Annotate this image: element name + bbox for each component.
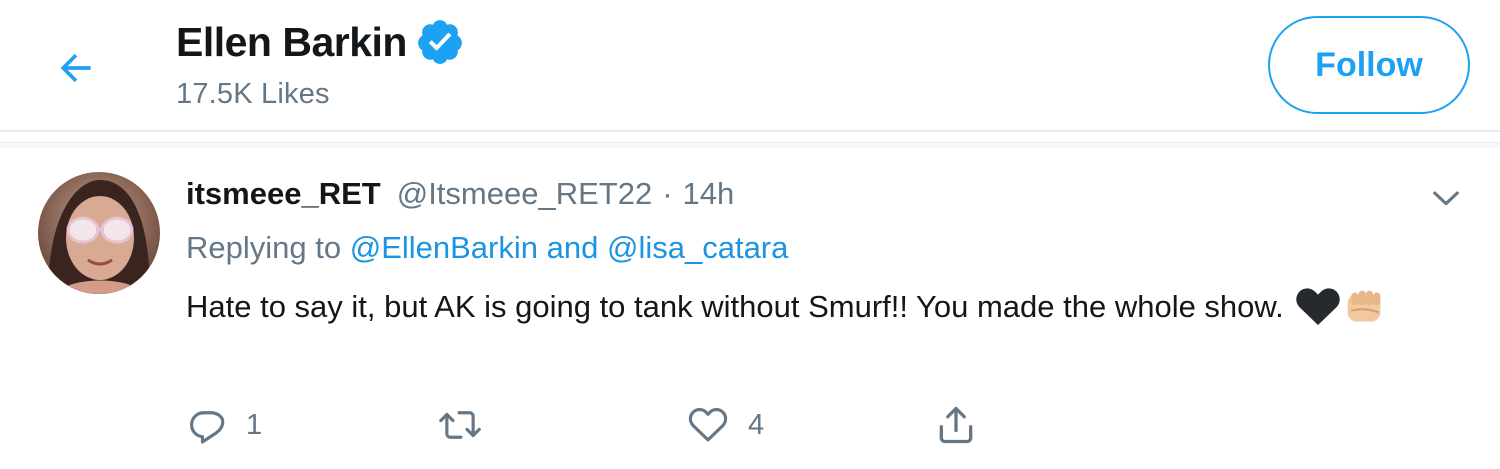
tweet[interactable]: itsmeee_RET @Itsmeee_RET22 · 14h Replyin… [0, 150, 1500, 469]
share-button[interactable] [934, 400, 978, 450]
chevron-down-icon [1433, 191, 1459, 206]
header-title-block: Ellen Barkin 17.5K Likes [176, 14, 467, 111]
like-count: 4 [748, 408, 765, 441]
mention-link[interactable]: @lisa_catara [607, 230, 788, 265]
author-handle[interactable]: @Itsmeee_RET22 [397, 176, 652, 212]
fist-emoji-icon [1342, 287, 1386, 342]
reply-count: 1 [246, 408, 263, 441]
author-display-name[interactable]: itsmeee_RET [186, 176, 381, 212]
replying-to-label: Replying to [186, 230, 342, 265]
page-title: Ellen Barkin [176, 18, 407, 65]
like-button[interactable]: 4 [686, 400, 764, 450]
heart-icon [688, 407, 728, 442]
replying-to-and: and [546, 230, 599, 265]
section-divider [0, 142, 1500, 148]
arrow-left-icon [60, 53, 91, 83]
reply-icon [190, 411, 225, 444]
tweet-text: Hate to say it, but AK is going to tank … [186, 282, 1476, 342]
tweet-meta: itsmeee_RET @Itsmeee_RET22 · 14h [186, 176, 1476, 216]
follow-button[interactable]: Follow [1268, 16, 1470, 114]
black-heart-emoji-icon [1295, 287, 1340, 340]
likes-count: 17.5K Likes [176, 78, 330, 110]
reply-button[interactable]: 1 [186, 400, 262, 450]
share-icon [939, 406, 973, 444]
retweet-icon [439, 411, 481, 439]
mention-link[interactable]: @EllenBarkin [350, 230, 538, 265]
title-row: Ellen Barkin [176, 14, 467, 70]
back-button[interactable] [48, 40, 104, 96]
tweet-timestamp[interactable]: 14h [683, 176, 735, 212]
profile-header: Ellen Barkin 17.5K Likes Follow [0, 0, 1500, 132]
retweet-button[interactable] [436, 400, 502, 450]
verified-badge-icon [415, 16, 467, 68]
avatar[interactable] [38, 172, 160, 294]
meta-separator: · [662, 176, 673, 211]
replying-to: Replying to @EllenBarkin and @lisa_catar… [186, 230, 1476, 270]
tweet-text-content: Hate to say it, but AK is going to tank … [186, 289, 1284, 324]
tweet-body: itsmeee_RET @Itsmeee_RET22 · 14h Replyin… [186, 176, 1476, 342]
tweet-actions: 1 4 [186, 400, 1086, 450]
more-options-button[interactable] [1420, 178, 1472, 218]
